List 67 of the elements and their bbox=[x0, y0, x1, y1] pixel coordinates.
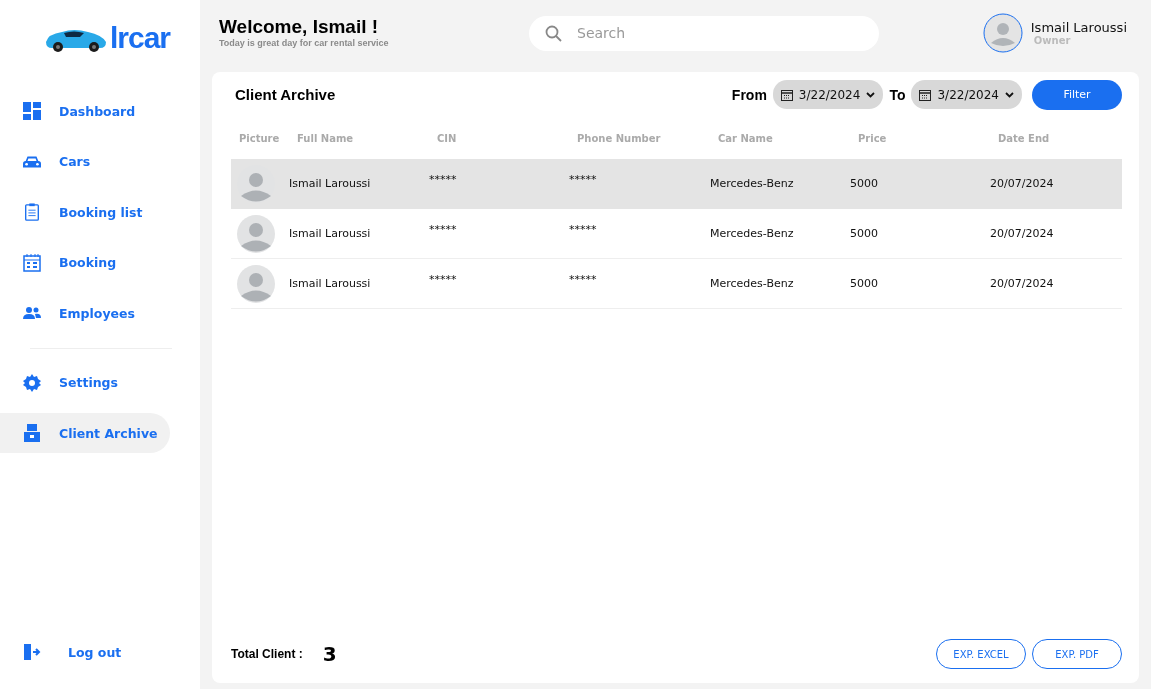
calendar-icon bbox=[780, 88, 793, 101]
table-cell-text: 20/07/2024 bbox=[990, 277, 1055, 290]
nav-item[interactable]: Employees bbox=[0, 293, 170, 333]
to-label: To bbox=[889, 86, 906, 103]
nav-item[interactable]: Booking bbox=[0, 242, 170, 283]
table-cell-text: Mercedes-Benz bbox=[710, 227, 795, 240]
table-row[interactable]: Ismail Laroussi ***** ***** Mercedes-Benz 5000 20/07/2024 bbox=[231, 259, 1122, 309]
table-cell-text: 20/07/2024 bbox=[990, 227, 1055, 240]
export-button[interactable]: EXP. PDF bbox=[1032, 639, 1122, 669]
clipboard-icon bbox=[23, 203, 41, 221]
dashboard-icon bbox=[23, 102, 41, 120]
from-label: From bbox=[731, 86, 767, 103]
table-row[interactable]: Ismail Laroussi ***** ***** Mercedes-Benz 5000 20/07/2024 bbox=[231, 209, 1122, 259]
table-cell-text: ***** bbox=[429, 223, 458, 236]
column-header: Full Name bbox=[296, 132, 355, 144]
search-field[interactable]: Search bbox=[529, 15, 879, 51]
calendar-icon bbox=[23, 253, 41, 272]
nav-item[interactable]: Client Archive bbox=[0, 413, 170, 453]
logo-text: lrcar bbox=[109, 21, 171, 55]
table-cell-text: ***** bbox=[569, 173, 598, 186]
column-header: Date End bbox=[997, 132, 1051, 144]
avatar-icon bbox=[237, 264, 275, 303]
column-header: Phone Number bbox=[576, 132, 662, 144]
table-cell-text: ***** bbox=[569, 223, 598, 236]
table-cell-text: 5000 bbox=[850, 227, 879, 240]
user-role: Owner bbox=[1033, 35, 1072, 46]
table-cell-text: ***** bbox=[569, 273, 598, 286]
table-cell-text: Ismail Laroussi bbox=[289, 177, 372, 190]
search-icon bbox=[545, 24, 562, 42]
date-picker[interactable]: 3/22/2024 bbox=[772, 80, 884, 109]
people-icon bbox=[23, 304, 41, 322]
user-avatar bbox=[982, 13, 1023, 53]
logout-icon bbox=[23, 643, 41, 661]
settings-icon bbox=[23, 373, 41, 392]
table-cell-text: 20/07/2024 bbox=[990, 177, 1055, 190]
user-name: Ismail Laroussi bbox=[1030, 20, 1127, 35]
calendar-icon bbox=[919, 88, 932, 101]
chevron-down-icon bbox=[866, 91, 876, 98]
welcome-title: Welcome, Ismail ! bbox=[219, 16, 380, 38]
logout-link[interactable]: Log out bbox=[0, 632, 170, 672]
column-header: CIN bbox=[436, 132, 458, 144]
table-cell-text: Ismail Laroussi bbox=[289, 227, 372, 240]
nav-item[interactable]: Settings bbox=[0, 362, 170, 403]
chevron-down-icon bbox=[1005, 91, 1014, 98]
table-row[interactable]: Ismail Laroussi ***** ***** Mercedes-Benz 5000 20/07/2024 bbox=[231, 159, 1122, 209]
welcome-subtitle: Today is great day for car rental service bbox=[219, 38, 390, 48]
table-cell-text: Mercedes-Benz bbox=[710, 277, 795, 290]
column-header: Car Name bbox=[717, 132, 774, 144]
table-cell-text: Ismail Laroussi bbox=[289, 277, 372, 290]
column-header: Picture bbox=[238, 132, 281, 144]
nav-item[interactable]: Dashboard bbox=[0, 91, 170, 131]
table-cell-text: Mercedes-Benz bbox=[710, 177, 795, 190]
table-cell-text: ***** bbox=[429, 273, 458, 286]
table-cell-text: 5000 bbox=[850, 277, 879, 290]
date-picker[interactable]: 3/22/2024 bbox=[911, 80, 1022, 109]
nav-item[interactable]: Booking list bbox=[0, 192, 170, 232]
filter-button[interactable]: Filter bbox=[1032, 79, 1122, 110]
nav-item[interactable]: Cars bbox=[0, 141, 170, 182]
archive-icon bbox=[23, 424, 41, 442]
column-header: Price bbox=[857, 132, 888, 144]
table-cell-text: ***** bbox=[429, 173, 458, 186]
total-label: Total Client : bbox=[231, 647, 303, 661]
export-button[interactable]: EXP. EXCEL bbox=[936, 639, 1026, 669]
card-title: Client Archive bbox=[235, 86, 336, 103]
avatar-icon bbox=[237, 214, 275, 253]
table-cell-text: 5000 bbox=[850, 177, 879, 190]
total-value: 3 bbox=[322, 642, 337, 666]
